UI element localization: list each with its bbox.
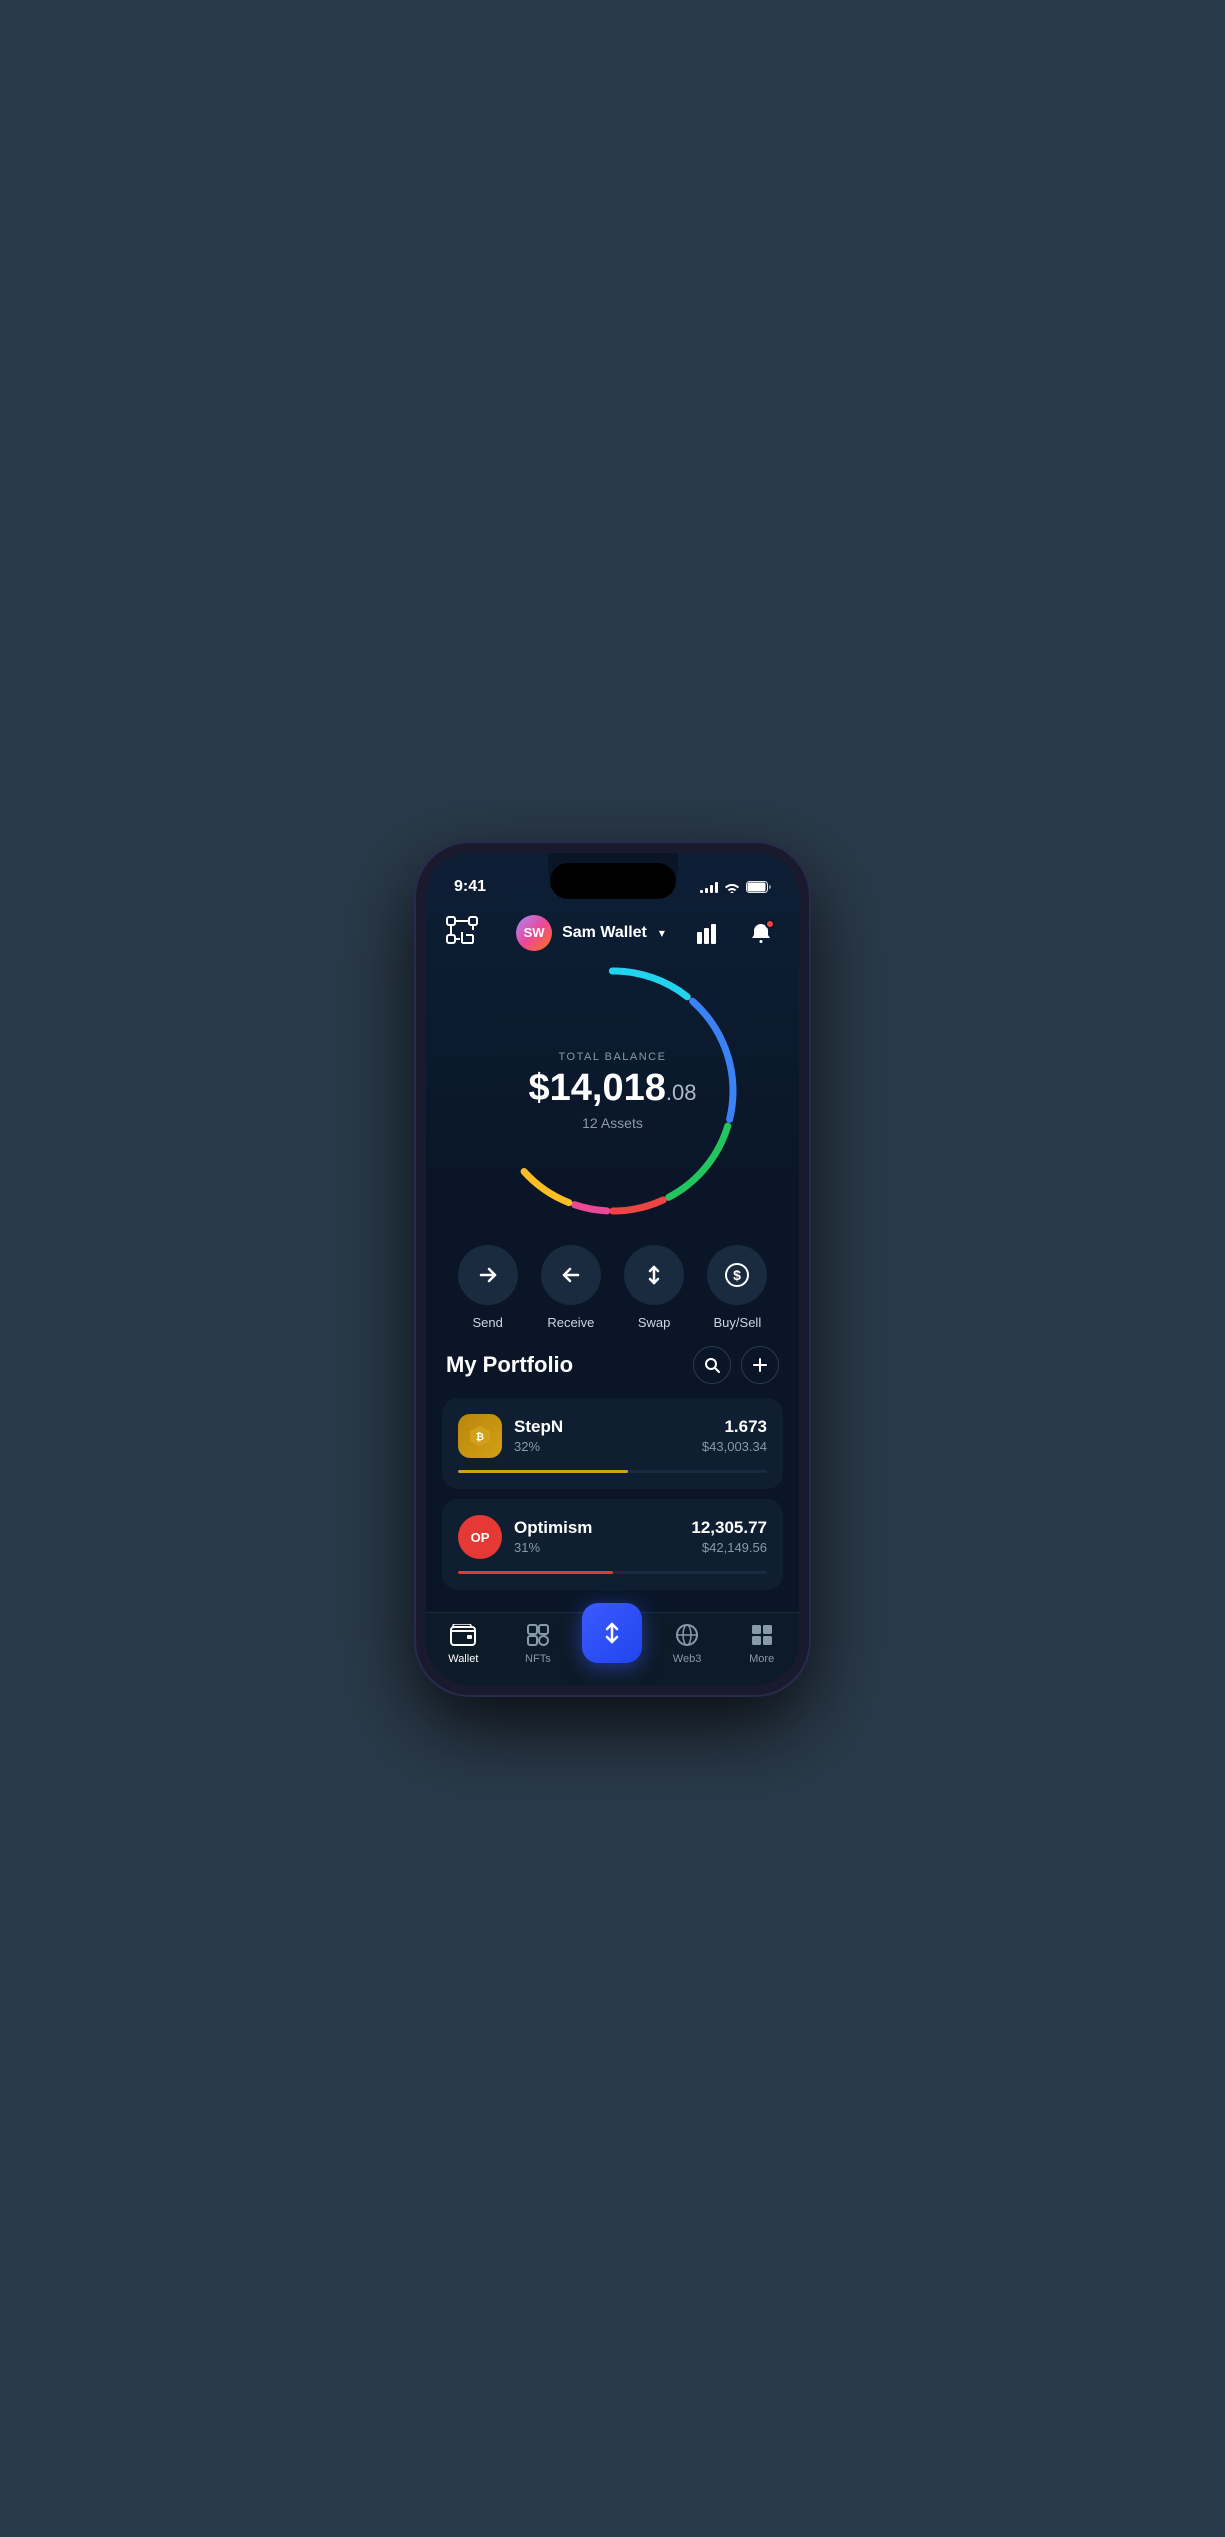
asset-values: 12,305.77 $42,149.56 [691, 1518, 767, 1555]
asset-info-left: OP Optimism 31% [458, 1515, 592, 1559]
portfolio-section: My Portfolio [426, 1346, 799, 1612]
send-action[interactable]: Send [452, 1245, 524, 1330]
notifications-button[interactable] [743, 915, 779, 951]
status-icons [700, 881, 771, 893]
svg-text:OP: OP [471, 1530, 490, 1545]
signal-bar-4 [715, 882, 718, 893]
signal-bar-3 [710, 885, 713, 893]
user-selector[interactable]: SW Sam Wallet ▾ [516, 915, 665, 951]
balance-circle: TOTAL BALANCE $14,018.08 12 Assets [483, 961, 743, 1221]
avatar: SW [516, 915, 552, 951]
asset-name: Optimism [514, 1518, 592, 1538]
tab-web3[interactable]: Web3 [657, 1621, 717, 1665]
signal-bar-2 [705, 888, 708, 893]
swap-button[interactable] [624, 1245, 684, 1305]
receive-button[interactable] [541, 1245, 601, 1305]
tab-web3-label: Web3 [673, 1653, 702, 1665]
balance-amount: $14,018.08 [523, 1069, 703, 1107]
portfolio-add-button[interactable] [741, 1346, 779, 1384]
swap-label: Swap [638, 1315, 671, 1330]
tab-wallet-label: Wallet [448, 1653, 478, 1665]
signal-bar-1 [700, 890, 703, 893]
balance-cents: .08 [666, 1080, 697, 1105]
status-time: 9:41 [454, 878, 486, 896]
signal-icon [700, 881, 718, 893]
balance-label: TOTAL BALANCE [523, 1051, 703, 1063]
tab-center-button[interactable] [582, 1603, 642, 1663]
more-icon [748, 1621, 776, 1649]
portfolio-title: My Portfolio [446, 1352, 573, 1378]
asset-amount: 12,305.77 [691, 1518, 767, 1538]
asset-details: Optimism 31% [514, 1518, 592, 1555]
op-logo: OP [458, 1515, 502, 1559]
asset-name: StepN [514, 1417, 563, 1437]
send-button[interactable] [458, 1245, 518, 1305]
portfolio-header: My Portfolio [442, 1346, 783, 1384]
asset-amount: 1.673 [702, 1417, 767, 1437]
stepn-logo: ₿ [458, 1414, 502, 1458]
buysell-button[interactable]: $ [707, 1245, 767, 1305]
wallet-icon [449, 1621, 477, 1649]
portfolio-actions [693, 1346, 779, 1384]
top-nav: SW Sam Wallet ▾ [426, 907, 799, 951]
notification-badge [765, 919, 775, 929]
asset-card-optimism[interactable]: OP Optimism 31% 12,305.77 $42,149.56 [442, 1499, 783, 1590]
action-buttons: Send Receive [426, 1221, 799, 1346]
balance-display: TOTAL BALANCE $14,018.08 12 Assets [523, 1051, 703, 1131]
asset-bar [458, 1470, 767, 1473]
chart-button[interactable] [691, 915, 727, 951]
screen: 9:41 [426, 853, 799, 1685]
tab-nfts-label: NFTs [525, 1653, 551, 1665]
phone-frame: 9:41 [416, 843, 809, 1695]
asset-bar [458, 1571, 767, 1574]
asset-pct: 31% [514, 1540, 592, 1555]
asset-bar-fill [458, 1470, 628, 1473]
asset-row: ₿ StepN 32% 1.673 $43,003.34 [458, 1414, 767, 1458]
tab-more-label: More [749, 1653, 774, 1665]
battery-icon [746, 881, 771, 893]
buysell-action[interactable]: $ Buy/Sell [701, 1245, 773, 1330]
receive-label: Receive [547, 1315, 594, 1330]
asset-info-left: ₿ StepN 32% [458, 1414, 563, 1458]
nav-right-buttons [691, 915, 779, 951]
tab-bar: Wallet NFTs [426, 1612, 799, 1685]
asset-card-stepn[interactable]: ₿ StepN 32% 1.673 $43,003.34 [442, 1398, 783, 1489]
nfts-icon [524, 1621, 552, 1649]
asset-details: StepN 32% [514, 1417, 563, 1454]
swap-action[interactable]: Swap [618, 1245, 690, 1330]
portfolio-search-button[interactable] [693, 1346, 731, 1384]
tab-wallet[interactable]: Wallet [433, 1621, 493, 1665]
asset-value: $43,003.34 [702, 1439, 767, 1454]
chevron-down-icon: ▾ [659, 926, 665, 940]
dynamic-island [550, 863, 676, 899]
send-label: Send [472, 1315, 502, 1330]
balance-assets: 12 Assets [523, 1115, 703, 1131]
balance-whole: $14,018 [529, 1067, 666, 1109]
svg-text:$: $ [733, 1267, 741, 1283]
user-name: Sam Wallet [562, 924, 647, 942]
asset-value: $42,149.56 [691, 1540, 767, 1555]
asset-bar-fill [458, 1571, 613, 1574]
asset-row: OP Optimism 31% 12,305.77 $42,149.56 [458, 1515, 767, 1559]
receive-action[interactable]: Receive [535, 1245, 607, 1330]
asset-values: 1.673 $43,003.34 [702, 1417, 767, 1454]
web3-icon [673, 1621, 701, 1649]
tab-more[interactable]: More [732, 1621, 792, 1665]
wifi-icon [724, 881, 740, 893]
scan-button[interactable] [446, 916, 490, 949]
buysell-label: Buy/Sell [714, 1315, 762, 1330]
balance-section: TOTAL BALANCE $14,018.08 12 Assets [426, 951, 799, 1221]
asset-pct: 32% [514, 1439, 563, 1454]
tab-nfts[interactable]: NFTs [508, 1621, 568, 1665]
svg-text:₿: ₿ [476, 1431, 484, 1443]
